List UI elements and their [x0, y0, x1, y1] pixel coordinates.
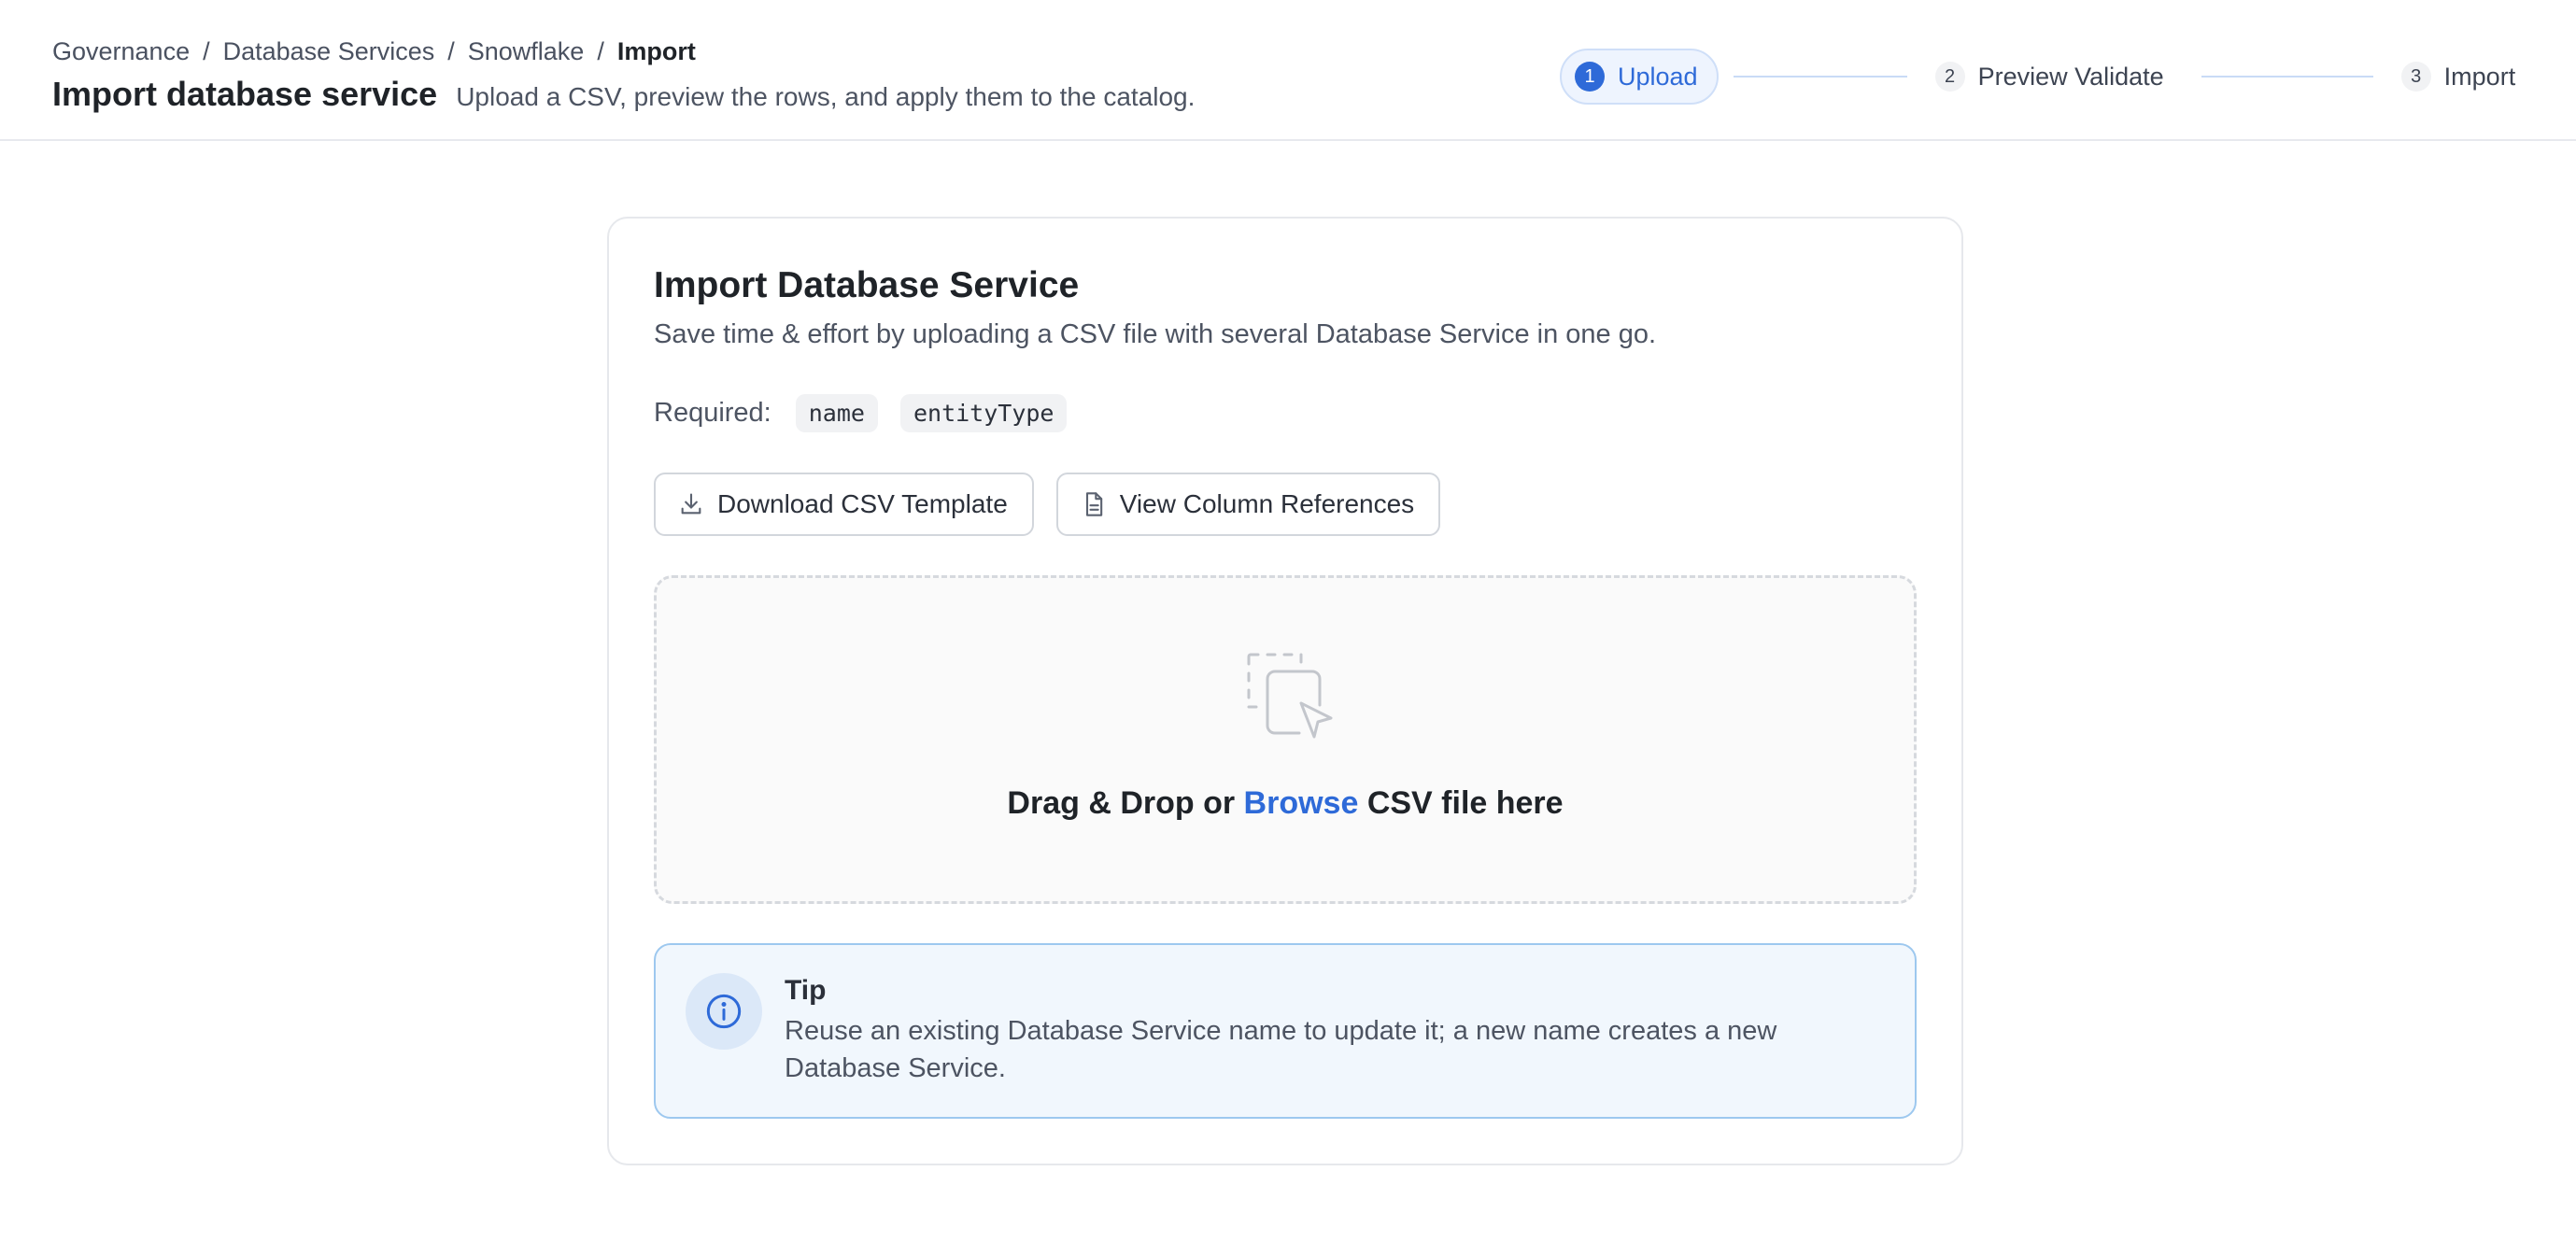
step-preview-validate[interactable]: 2 Preview Validate [1934, 62, 2164, 92]
csv-dropzone[interactable]: Drag & Drop or Browse CSV file here [654, 575, 1917, 904]
dropzone-text: Drag & Drop or Browse CSV file here [657, 785, 1914, 822]
tip-body: Reuse an existing Database Service name … [785, 1016, 1777, 1083]
page-subtitle: Upload a CSV, preview the rows, and appl… [456, 82, 1196, 111]
tip-title: Tip [785, 975, 827, 1006]
download-icon [681, 493, 701, 515]
breadcrumb-governance[interactable]: Governance [52, 37, 190, 66]
step-label: Preview Validate [1977, 62, 2164, 91]
required-fields: Required: name entityType [654, 392, 1089, 433]
breadcrumb-current: Import [616, 37, 696, 65]
card-title: Import Database Service [654, 265, 1080, 305]
step-number: 1 [1575, 62, 1605, 92]
step-import[interactable]: 3 Import [2400, 62, 2516, 92]
document-icon [1085, 492, 1102, 516]
tip-callout: Tip Reuse an existing Database Service n… [654, 943, 1917, 1119]
step-connector [2201, 76, 2373, 78]
info-icon [706, 994, 742, 1029]
drag-drop-icon [1247, 653, 1333, 739]
step-number: 3 [2400, 62, 2431, 92]
step-label: Upload [1618, 62, 1698, 91]
breadcrumb: Governance / Database Services / Snowfla… [52, 37, 696, 66]
button-label: View Column References [1119, 489, 1415, 518]
breadcrumb-separator: / [447, 37, 455, 65]
required-field-chip: name [795, 393, 878, 432]
action-buttons: Download CSV Template View Column Refere… [654, 473, 1463, 536]
browse-link[interactable]: Browse [1244, 785, 1359, 821]
breadcrumb-snowflake[interactable]: Snowflake [468, 37, 585, 66]
step-connector [1733, 76, 1907, 78]
import-stepper: 1 Upload 2 Preview Validate 3 Import [1560, 49, 2515, 105]
dropzone-suffix: CSV file here [1366, 785, 1564, 821]
step-label: Import [2443, 62, 2516, 91]
required-label: Required: [654, 397, 771, 428]
page-header: Governance / Database Services / Snowfla… [0, 0, 2576, 141]
breadcrumb-separator: / [203, 37, 210, 65]
required-field-chip: entityType [899, 393, 1068, 432]
card-description: Save time & effort by uploading a CSV fi… [654, 319, 1657, 349]
step-upload[interactable]: 1 Upload [1560, 49, 1719, 105]
download-csv-template-button[interactable]: Download CSV Template [654, 473, 1034, 536]
title-row: Import database service Upload a CSV, pr… [52, 75, 1195, 114]
tip-icon-badge [686, 973, 762, 1050]
dropzone-prefix: Drag & Drop or [1007, 785, 1236, 821]
breadcrumb-database-services[interactable]: Database Services [223, 37, 435, 66]
button-label: Download CSV Template [717, 489, 1008, 518]
view-column-references-button[interactable]: View Column References [1055, 473, 1441, 536]
step-number: 2 [1934, 62, 1965, 92]
import-card: Import Database Service Save time & effo… [607, 217, 1963, 1165]
breadcrumb-separator: / [597, 37, 604, 65]
page-title: Import database service [52, 75, 438, 113]
